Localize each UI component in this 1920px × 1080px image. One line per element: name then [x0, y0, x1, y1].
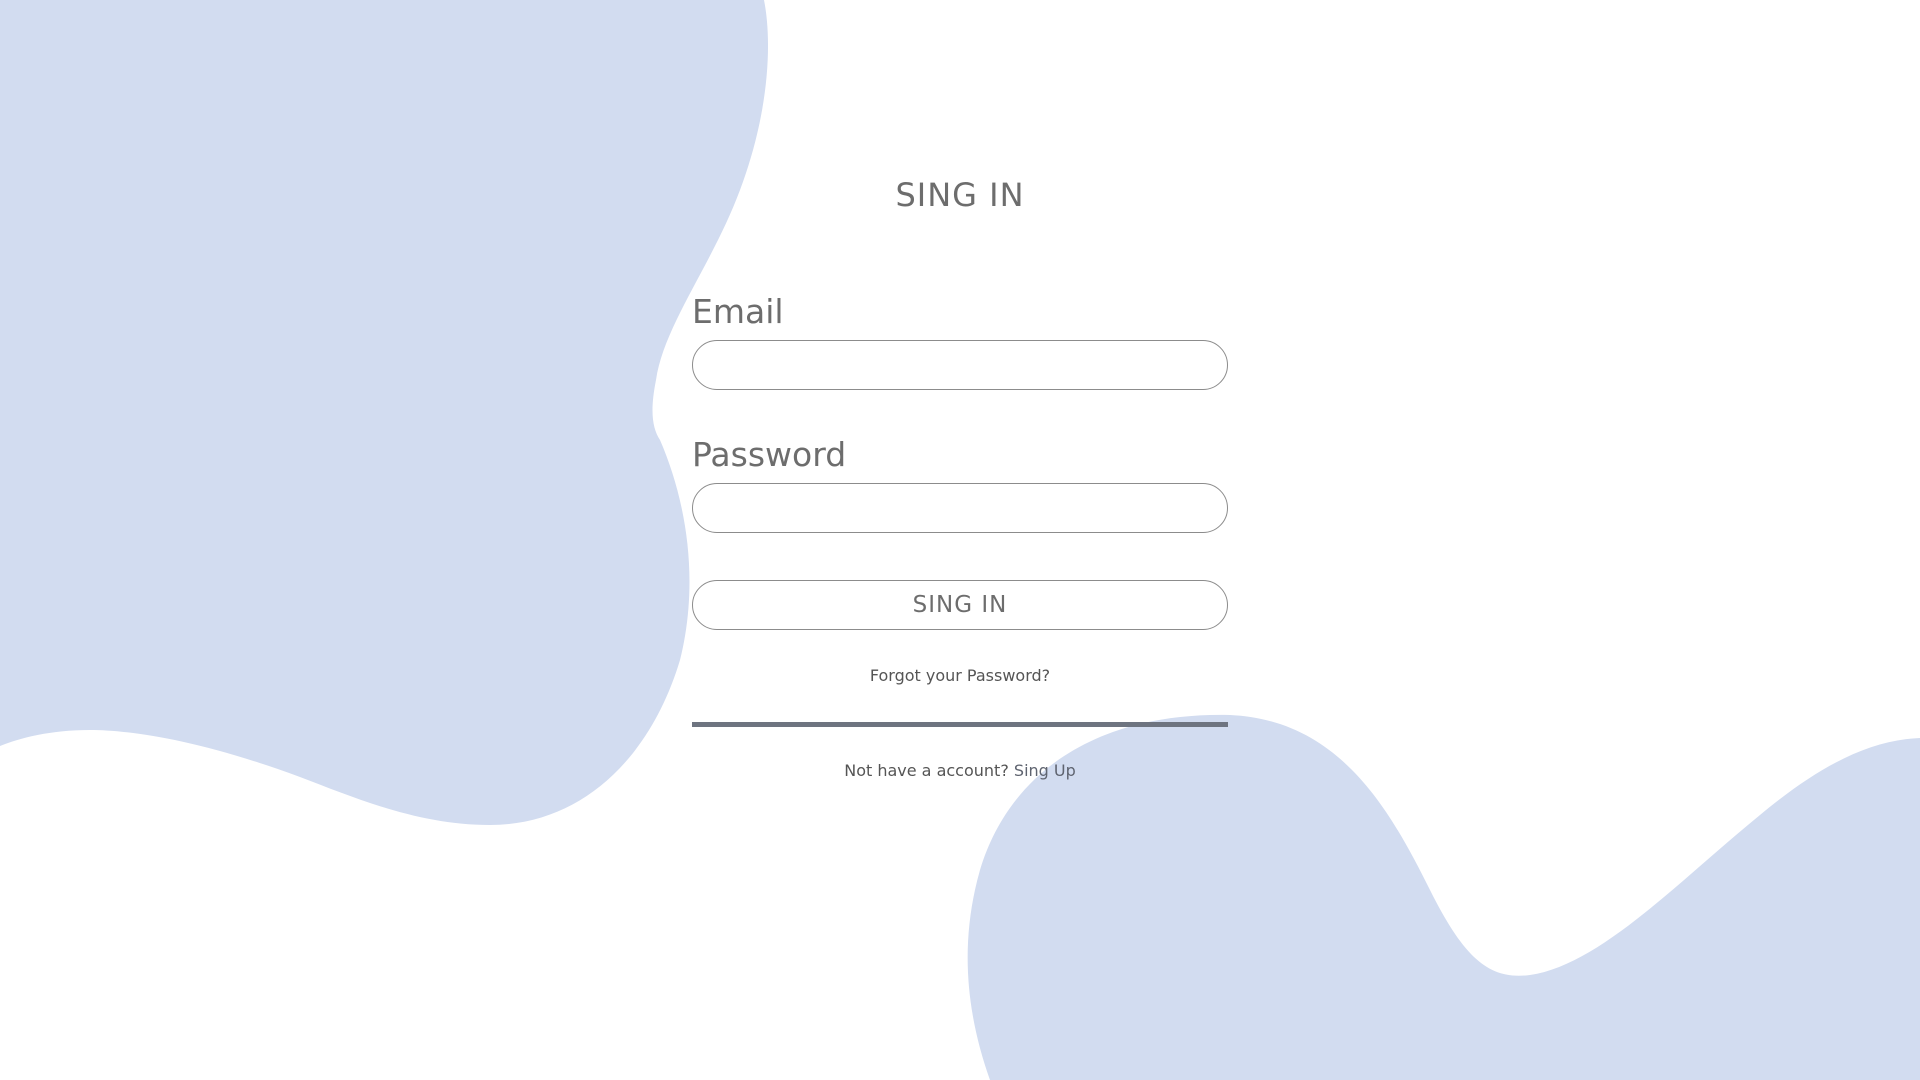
divider — [692, 722, 1228, 727]
password-label: Password — [692, 435, 847, 474]
email-field[interactable] — [692, 340, 1228, 390]
background-blobs — [0, 0, 1920, 1080]
no-account-text: Not have a account? — [844, 761, 1009, 780]
sign-in-page: SING IN Email Password SING IN Forgot yo… — [0, 0, 1920, 1080]
top-left-blob — [0, 0, 769, 825]
password-field[interactable] — [692, 483, 1228, 533]
signup-row: Not have a account? Sing Up — [0, 761, 1920, 780]
forgot-password-row: Forgot your Password? — [0, 666, 1920, 685]
sign-up-link[interactable]: Sing Up — [1014, 761, 1076, 780]
page-title: SING IN — [895, 176, 1025, 214]
sign-in-button[interactable]: SING IN — [692, 580, 1228, 630]
forgot-password-link[interactable]: Forgot your Password? — [870, 666, 1050, 685]
email-label: Email — [692, 292, 784, 331]
